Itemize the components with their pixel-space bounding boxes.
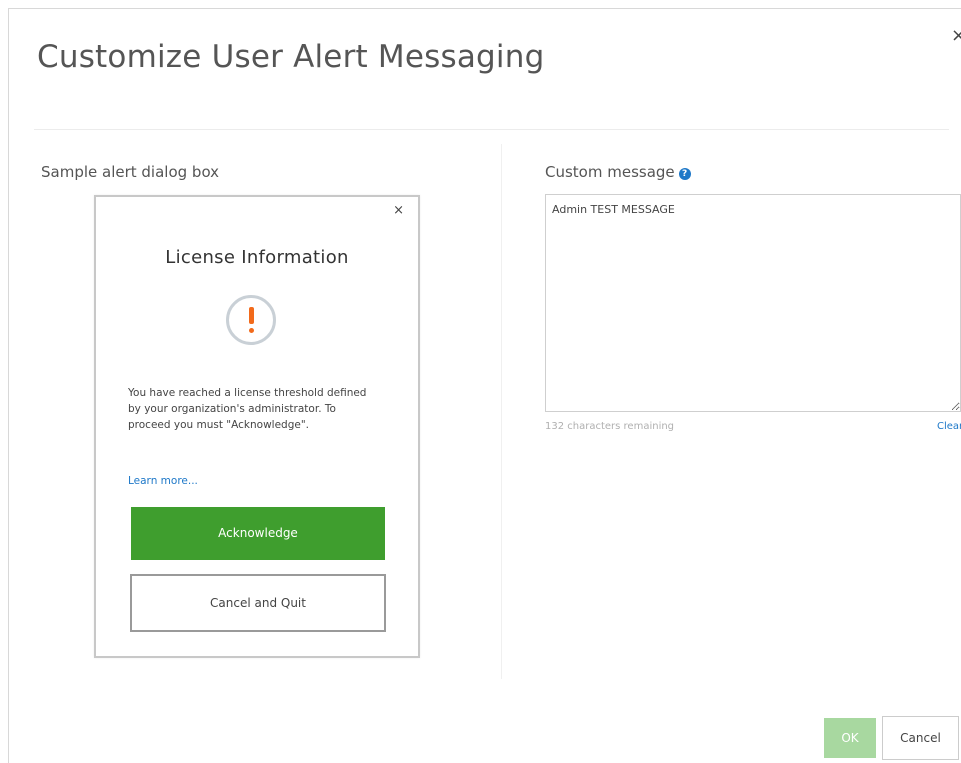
sample-close-icon: × xyxy=(393,203,404,218)
warning-icon xyxy=(226,295,276,345)
column-divider xyxy=(501,144,502,679)
custom-message-label-text: Custom message xyxy=(545,163,675,181)
clear-link[interactable]: Clear xyxy=(937,421,961,432)
help-icon[interactable]: ? xyxy=(678,168,691,180)
learn-more-link: Learn more... xyxy=(128,475,198,487)
sample-section-label: Sample alert dialog box xyxy=(41,163,220,181)
dialog-close-icon[interactable]: × xyxy=(951,27,961,45)
header-divider xyxy=(34,129,949,130)
customize-alert-dialog: × Customize User Alert Messaging Sample … xyxy=(8,8,961,763)
acknowledge-button: Acknowledge xyxy=(131,507,385,560)
dialog-title: Customize User Alert Messaging xyxy=(37,39,545,75)
cancel-button[interactable]: Cancel xyxy=(882,716,959,760)
cancel-and-quit-button: Cancel and Quit xyxy=(130,574,386,632)
ok-button[interactable]: OK xyxy=(824,718,876,758)
sample-alert-box: × License Information You have reached a… xyxy=(94,195,420,658)
characters-remaining: 132 characters remaining xyxy=(545,421,675,432)
custom-message-textarea[interactable]: Admin TEST MESSAGE xyxy=(545,194,961,412)
custom-message-label: Custom message? xyxy=(545,163,691,181)
sample-alert-title: License Information xyxy=(165,247,349,268)
sample-alert-body: You have reached a license threshold def… xyxy=(128,387,367,431)
